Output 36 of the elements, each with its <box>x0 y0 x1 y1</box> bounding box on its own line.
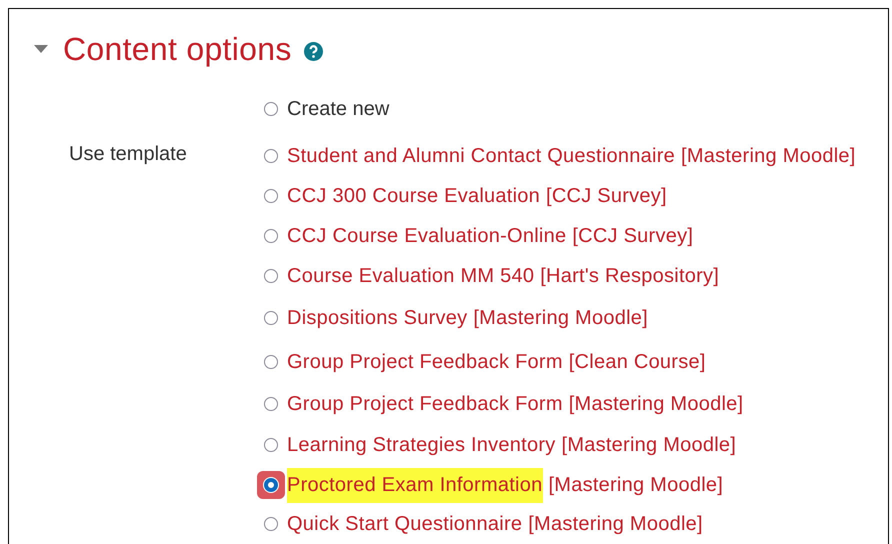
radio-button[interactable] <box>264 311 278 325</box>
template-link[interactable]: CCJ 300 Course Evaluation <box>287 184 540 208</box>
template-source-link[interactable]: [Mastering Moodle] <box>548 474 724 496</box>
template-link[interactable]: Student and Alumni Contact Questionnaire <box>287 144 676 168</box>
radio-button[interactable] <box>264 478 278 492</box>
radio-button[interactable] <box>264 102 278 116</box>
option-label: Create new <box>287 98 390 120</box>
template-source-link[interactable]: [Hart's Respository] <box>540 264 720 288</box>
template-link[interactable]: Group Project Feedback Form <box>287 350 563 374</box>
help-icon[interactable] <box>304 42 323 60</box>
template-source-link[interactable]: [Mastering Moodle] <box>528 512 703 536</box>
template-link[interactable]: Proctored Exam Information <box>287 468 542 502</box>
template-source-link[interactable]: [Mastering Moodle] <box>473 306 648 330</box>
template-link[interactable]: Learning Strategies Inventory <box>287 434 556 456</box>
template-link[interactable]: Group Project Feedback Form <box>287 392 563 416</box>
template-link[interactable]: CCJ Course Evaluation-Online <box>287 224 566 248</box>
template-source-link[interactable]: [CCJ Survey] <box>546 184 667 208</box>
template-source-link[interactable]: [Clean Course] <box>568 350 706 374</box>
template-link[interactable]: Quick Start Questionnaire <box>287 512 522 536</box>
template-source-link[interactable]: [CCJ Survey] <box>572 224 694 248</box>
radio-button[interactable] <box>264 189 278 203</box>
radio-button[interactable] <box>264 149 278 163</box>
field-label: Use template <box>69 143 188 166</box>
caret-icon[interactable] <box>33 44 49 54</box>
template-source-link[interactable]: [Mastering Moodle] <box>568 392 744 416</box>
section-title: Content options <box>63 30 292 68</box>
template-link[interactable]: Dispositions Survey <box>287 306 468 330</box>
template-source-link[interactable]: [Mastering Moodle] <box>562 434 736 456</box>
radio-button[interactable] <box>264 355 278 369</box>
radio-button[interactable] <box>264 229 278 243</box>
radio-button[interactable] <box>264 517 278 531</box>
radio-button[interactable] <box>264 269 278 283</box>
radio-button[interactable] <box>264 438 278 452</box>
template-link[interactable]: Course Evaluation MM 540 <box>287 264 534 288</box>
radio-button[interactable] <box>264 397 278 411</box>
template-source-link[interactable]: [Mastering Moodle] <box>681 144 856 168</box>
